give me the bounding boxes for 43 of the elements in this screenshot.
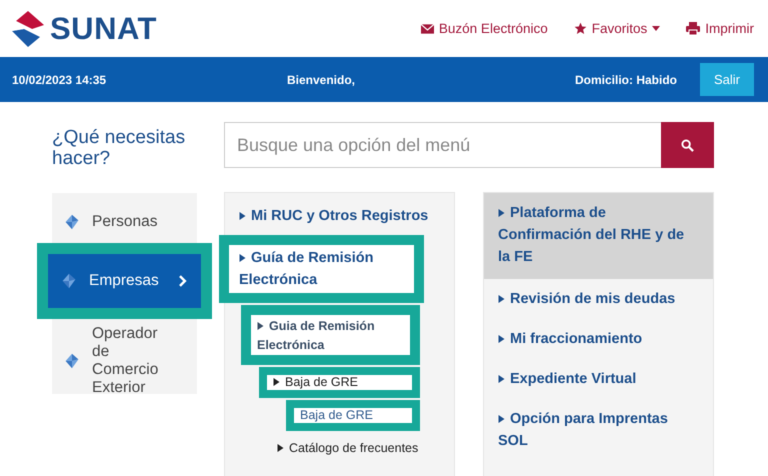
diamond-icon	[64, 353, 80, 369]
search-icon	[681, 138, 694, 152]
star-icon	[574, 22, 587, 35]
menu-item[interactable]: Opción para Imprentas SOL	[484, 399, 713, 461]
caret-icon	[652, 26, 660, 31]
menu-item[interactable]: Expediente Virtual	[484, 359, 713, 399]
search-button[interactable]	[661, 122, 714, 168]
menu-item[interactable]: Mi RUC y Otros Registros	[225, 203, 454, 229]
diamond-icon	[64, 214, 80, 230]
printer-icon	[686, 22, 700, 35]
triangle-icon	[498, 415, 505, 423]
triangle-icon	[498, 295, 505, 303]
triangle-icon	[277, 444, 284, 452]
triangle-icon	[273, 378, 280, 386]
envelope-icon	[420, 24, 434, 34]
profile-item[interactable]: Personas	[52, 203, 197, 241]
triangle-icon	[498, 375, 505, 383]
profile-item[interactable]: Empresas	[37, 243, 212, 319]
welcome-text: Bienvenido,	[287, 72, 356, 86]
triangle-icon	[239, 254, 246, 262]
domicile-status: Domicilio: Habido	[575, 72, 677, 86]
menu-item[interactable]: Guia de Remisión Electrónica	[241, 305, 420, 365]
menu-item[interactable]: Revisión de mis deudas	[484, 279, 713, 319]
triangle-icon	[239, 212, 246, 220]
triangle-icon	[498, 335, 505, 343]
menu-item[interactable]: Catálogo de frecuentes	[271, 441, 454, 456]
question-heading: ¿Qué necesitas hacer?	[52, 126, 186, 169]
diamond-icon	[61, 273, 77, 289]
date-time: 10/02/2023 14:35	[12, 72, 108, 86]
header-link[interactable]: Imprimir	[686, 21, 754, 36]
search-field[interactable]: Busque una opción del menú	[224, 122, 661, 168]
menu-item[interactable]: Guía de Remisión Electrónica	[219, 235, 424, 303]
menu-item[interactable]: Mi fraccionamiento	[484, 319, 713, 359]
menu-item[interactable]: Baja de GRE	[286, 400, 420, 431]
logo-text: SUNAT	[50, 10, 157, 46]
menu-item[interactable]: Baja de GRE	[259, 367, 420, 398]
header-link[interactable]: Favoritos	[574, 21, 660, 36]
profile-item[interactable]: Operador de Comercio Exterior	[52, 321, 197, 401]
chevron-right-icon	[179, 275, 187, 287]
menu-item[interactable]: Plataforma de Confirmación del RHE y de la FE	[484, 193, 713, 279]
triangle-icon	[498, 209, 505, 217]
triangle-icon	[257, 322, 264, 330]
header-link[interactable]: Buzón Electrónico	[420, 21, 548, 36]
